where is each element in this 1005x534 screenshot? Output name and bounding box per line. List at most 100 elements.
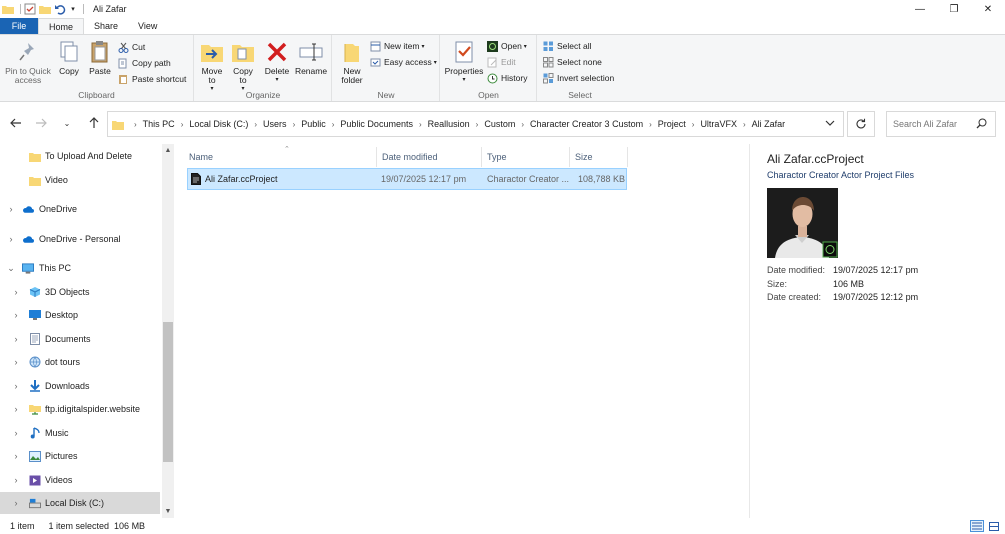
invert-selection-button[interactable]: Invert selection xyxy=(543,71,614,85)
nav-item-dot-tours[interactable]: › dot tours xyxy=(0,351,160,373)
column-header-size[interactable]: Size xyxy=(570,147,628,167)
maximize-button[interactable]: ❐ xyxy=(937,0,971,18)
nav-item-downloads[interactable]: › Downloads xyxy=(0,375,160,397)
select-none-button[interactable]: Select none xyxy=(543,55,602,69)
chevron-right-icon[interactable]: › xyxy=(6,234,16,244)
column-header-date-modified[interactable]: Date modified xyxy=(377,147,482,167)
tab-share[interactable]: Share xyxy=(84,18,128,34)
properties-check-icon[interactable] xyxy=(24,3,36,15)
chevron-right-icon[interactable]: › xyxy=(11,357,21,367)
chevron-down-icon[interactable]: ⌄ xyxy=(6,263,16,274)
nav-item-videos[interactable]: › Videos xyxy=(0,469,160,491)
delete-button[interactable]: Delete ▾ xyxy=(263,39,291,85)
navigation-pane: To Upload And Delete Video › OneDrive › … xyxy=(0,144,174,518)
address-dropdown-icon[interactable] xyxy=(825,118,835,128)
select-all-button[interactable]: Select all xyxy=(543,39,592,53)
chevron-right-icon[interactable]: › xyxy=(11,334,21,344)
chevron-right-icon[interactable]: › xyxy=(11,498,21,508)
pin-to-quick-access-button[interactable]: Pin to Quick access xyxy=(4,39,52,85)
nav-item-label: Videos xyxy=(45,475,73,485)
nav-item-ftp-idigitalspider[interactable]: › ftp.idigitalspider.website xyxy=(0,398,160,420)
globe-icon xyxy=(29,356,41,368)
network-folder-icon xyxy=(29,403,41,415)
select-group-label: Select xyxy=(568,90,592,100)
breadcrumb-public-documents[interactable]: Public Documents xyxy=(340,119,413,129)
easy-access-button[interactable]: Easy access ▾ xyxy=(370,55,437,69)
nav-item-desktop[interactable]: › Desktop xyxy=(0,304,160,326)
breadcrumb-project[interactable]: Project xyxy=(658,119,686,129)
minimize-button[interactable]: — xyxy=(903,0,937,18)
details-view-button[interactable] xyxy=(970,520,984,532)
breadcrumb-local-disk[interactable]: Local Disk (C:) xyxy=(189,119,248,129)
history-button[interactable]: History xyxy=(487,71,527,85)
nav-item-label: ftp.idigitalspider.website xyxy=(45,404,141,414)
document-icon xyxy=(29,333,41,345)
column-header-name[interactable]: Name ⌃ xyxy=(184,146,377,167)
breadcrumb-this-pc[interactable]: This PC xyxy=(143,119,175,129)
breadcrumb-ali-zafar[interactable]: Ali Zafar xyxy=(752,119,786,129)
nav-item-onedrive-personal[interactable]: › OneDrive - Personal xyxy=(0,228,160,250)
chevron-right-icon[interactable]: › xyxy=(11,404,21,414)
new-folder-icon[interactable] xyxy=(39,3,51,15)
breadcrumb-reallusion[interactable]: Reallusion xyxy=(428,119,470,129)
address-bar[interactable]: › This PC › Local Disk (C:) › Users › Pu… xyxy=(107,111,844,137)
close-button[interactable]: ✕ xyxy=(971,0,1005,18)
chevron-right-icon[interactable]: › xyxy=(11,310,21,320)
large-icons-view-button[interactable] xyxy=(987,520,1001,532)
pin-label: Pin to Quick access xyxy=(5,66,51,85)
nav-item-video[interactable]: Video xyxy=(0,169,160,191)
properties-button[interactable]: Properties ▾ xyxy=(444,39,484,85)
chevron-right-icon[interactable]: › xyxy=(11,287,21,297)
rename-button[interactable]: Rename xyxy=(295,39,327,76)
chevron-right-icon[interactable]: › xyxy=(6,204,16,214)
recent-locations-button[interactable]: ⌄ xyxy=(60,116,74,130)
forward-button[interactable] xyxy=(34,116,48,130)
copy-to-button[interactable]: Copy to ▾ xyxy=(229,39,257,94)
new-folder-button[interactable]: New folder xyxy=(337,39,367,85)
table-row[interactable]: Ali Zafar.ccProject 19/07/2025 12:17 pm … xyxy=(187,168,627,190)
customize-qat-icon[interactable]: ▾ xyxy=(69,3,77,15)
nav-item-music[interactable]: › Music xyxy=(0,422,160,444)
paste-shortcut-button[interactable]: Paste shortcut xyxy=(118,72,186,86)
selection-info: 1 item selected 106 MB xyxy=(48,521,146,531)
tab-home[interactable]: Home xyxy=(38,18,85,34)
breadcrumb-public[interactable]: Public xyxy=(301,119,326,129)
column-header-type[interactable]: Type xyxy=(482,147,570,167)
nav-scrollbar-thumb[interactable] xyxy=(163,322,173,462)
chevron-right-icon[interactable]: › xyxy=(11,428,21,438)
chevron-right-icon[interactable]: › xyxy=(11,451,21,461)
new-item-button[interactable]: New item ▾ xyxy=(370,39,424,53)
history-icon xyxy=(487,73,498,84)
open-button[interactable]: Open ▾ xyxy=(487,39,527,53)
folder-icon xyxy=(2,3,14,15)
nav-item-pictures[interactable]: › Pictures xyxy=(0,445,160,467)
cut-button[interactable]: Cut xyxy=(118,40,145,54)
nav-item-onedrive[interactable]: › OneDrive xyxy=(0,198,160,220)
chevron-right-icon[interactable]: › xyxy=(11,475,21,485)
tab-file[interactable]: File xyxy=(0,18,38,34)
nav-item-this-pc[interactable]: ⌄ This PC xyxy=(0,257,160,279)
up-button[interactable] xyxy=(87,116,101,130)
move-to-button[interactable]: Move to ▾ xyxy=(198,39,226,94)
back-button[interactable] xyxy=(9,116,23,130)
breadcrumb-cc3-custom[interactable]: Character Creator 3 Custom xyxy=(530,119,643,129)
scroll-down-arrow[interactable]: ▼ xyxy=(162,507,174,517)
rename-label: Rename xyxy=(294,66,328,76)
nav-item-3d-objects[interactable]: › 3D Objects xyxy=(0,281,160,303)
copy-button[interactable]: Copy xyxy=(56,39,82,76)
breadcrumb-custom[interactable]: Custom xyxy=(484,119,515,129)
search-input[interactable]: Search Ali Zafar xyxy=(886,111,996,137)
undo-icon[interactable] xyxy=(54,3,66,15)
refresh-button[interactable] xyxy=(847,111,875,137)
copy-path-button[interactable]: Copy path xyxy=(118,56,171,70)
nav-item-local-disk[interactable]: › Local Disk (C:) xyxy=(0,492,160,514)
nav-item-documents[interactable]: › Documents xyxy=(0,328,160,350)
tab-view[interactable]: View xyxy=(128,18,167,34)
scroll-up-arrow[interactable]: ▲ xyxy=(162,146,174,156)
edit-button[interactable]: Edit xyxy=(487,55,516,69)
chevron-right-icon[interactable]: › xyxy=(11,381,21,391)
breadcrumb-users[interactable]: Users xyxy=(263,119,287,129)
nav-item-to-upload-and-delete[interactable]: To Upload And Delete xyxy=(0,145,160,167)
paste-button[interactable]: Paste xyxy=(86,39,114,76)
breadcrumb-ultravfx[interactable]: UltraVFX xyxy=(700,119,737,129)
